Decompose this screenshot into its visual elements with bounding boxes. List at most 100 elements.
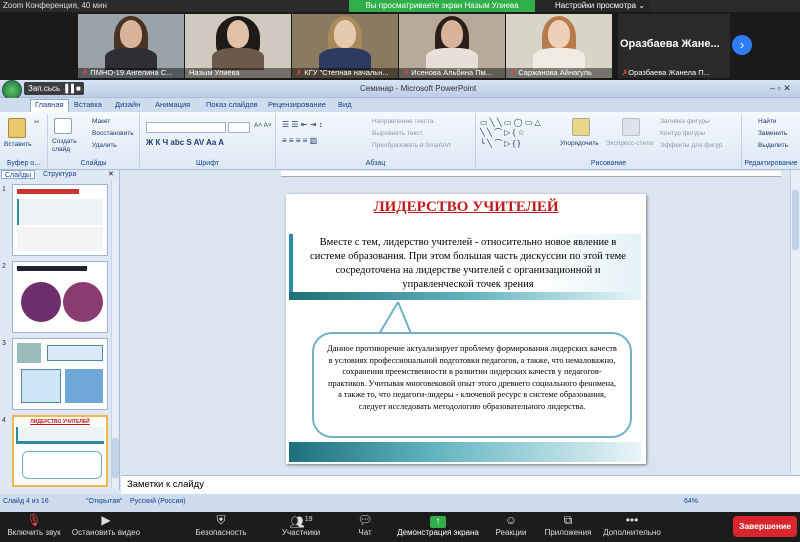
grow-font-icon[interactable]: A˄ A˅ xyxy=(254,122,272,129)
mic-muted-icon: 🎙︎ xyxy=(26,513,42,527)
video-camera-icon: ▶︎ xyxy=(101,513,111,527)
align-buttons[interactable]: ≡ ≡ ≡ ≡ ▥ xyxy=(282,136,317,145)
notes-field[interactable]: Заметки к слайду xyxy=(121,475,800,494)
cut-icon[interactable]: ✂ xyxy=(34,118,39,126)
shapes-gallery[interactable]: ▭ ╲ ╲ ▭ ◯ ▭ △ ╲ ╲ ⌒ ▷ { ☆ ╰ ╲ ⌒ ▷ { } xyxy=(480,118,541,149)
drawing-group-label: Рисование xyxy=(590,160,627,167)
thumb-number: 2 xyxy=(2,263,6,270)
security-button[interactable]: ⛨ Безопасность xyxy=(188,512,254,542)
participants-button[interactable]: 👥︎19 Участники xyxy=(270,512,332,542)
text-direction-button[interactable]: Направление текста xyxy=(372,118,434,125)
participants-label: Участники xyxy=(281,528,321,537)
language: Русский (Россия) xyxy=(130,498,186,505)
smiley-icon: ☺︎ xyxy=(504,513,518,527)
arrange-icon[interactable] xyxy=(572,118,590,136)
apps-icon: ⧉ xyxy=(563,513,573,527)
participants-icon: 👥︎19 xyxy=(289,515,313,529)
status-bar: Слайд 4 из 16 "Открытая" Русский (Россия… xyxy=(0,494,800,512)
tab-insert[interactable]: Вставка xyxy=(74,100,102,109)
tab-outline[interactable]: Структура xyxy=(40,170,79,179)
replace-button[interactable]: Заменить xyxy=(758,130,787,137)
slides-pane-scrollbar[interactable] xyxy=(111,180,119,488)
end-meeting-button[interactable]: Завершение xyxy=(733,516,797,537)
new-slide-button[interactable]: Создать слайд xyxy=(52,138,82,154)
select-button[interactable]: Выделить xyxy=(758,142,788,149)
shape-outline-button[interactable]: Контур фигуры xyxy=(660,130,705,137)
participant-tile[interactable]: Назым Улиева xyxy=(185,14,291,78)
reset-button[interactable]: Восстановить xyxy=(92,130,134,137)
share-banner: Вы просматриваете экран Назым Улиева xyxy=(349,0,535,12)
next-page-button[interactable]: › xyxy=(732,35,752,55)
shape-fill-button[interactable]: Заливка фигуры xyxy=(660,118,710,125)
quick-styles-button[interactable]: Экспресс-стили xyxy=(606,140,654,147)
zoom-toolbar: 🎙︎ Включить звук ▶︎ Остановить видео ⛨ Безо… xyxy=(0,512,800,542)
view-options-button[interactable]: Настройки просмотра ⌄ xyxy=(535,0,650,12)
tab-animation[interactable]: Анимация xyxy=(155,100,190,109)
horizontal-ruler xyxy=(281,171,781,177)
callout-box: Данное противоречие актуализирует пробле… xyxy=(312,332,632,438)
participant-tile[interactable]: ✗ КГУ "Степная начальн... xyxy=(292,14,398,78)
tab-home[interactable]: Главная xyxy=(30,99,69,112)
thumb-number: 3 xyxy=(2,340,6,347)
align-text-button[interactable]: Выровнять текст xyxy=(372,130,423,137)
participant-tile[interactable]: ✗ Саржанова Айнагуль xyxy=(506,14,612,78)
share-screen-button[interactable]: ↑ Демонстрация экрана xyxy=(393,512,483,542)
participant-tile[interactable]: ✗ Исенова Альбина Пм... xyxy=(399,14,505,78)
share-up-arrow-icon: ↑ xyxy=(393,512,483,528)
mic-muted-icon: ✗ xyxy=(510,68,517,77)
ppt-title-bar: Зап.сьсь ▐▐ ■ Семинар - Microsoft PowerP… xyxy=(0,80,800,100)
slide-thumbnail[interactable] xyxy=(12,261,108,333)
participant-tile[interactable]: Оразбаева Жане... ✗Оразбаева Жанела П... xyxy=(618,14,730,78)
more-button[interactable]: ••• Дополнительно xyxy=(600,512,664,542)
view-options-label: Настройки просмотра xyxy=(555,1,637,10)
smartart-button[interactable]: Преобразовать в SmartArt xyxy=(372,142,451,149)
quick-styles-icon[interactable] xyxy=(622,118,640,136)
zoom-level[interactable]: 64% xyxy=(684,498,698,505)
tab-design[interactable]: Дизайн xyxy=(115,100,140,109)
font-name-select[interactable] xyxy=(146,122,226,133)
unmute-label: Включить звук xyxy=(7,528,61,537)
list-buttons[interactable]: ☰ ☰ ⇤ ⇥ ↕ xyxy=(282,120,323,129)
slide-thumbnail[interactable] xyxy=(12,338,108,410)
close-pane-icon[interactable]: ✕ xyxy=(108,170,114,178)
editing-group-label: Редактирование xyxy=(744,160,798,167)
current-slide[interactable]: ЛИДЕРСТВО УЧИТЕЛЕЙ Вместе с тем, лидерст… xyxy=(286,194,646,464)
tab-view[interactable]: Вид xyxy=(338,100,352,109)
tab-review[interactable]: Рецензирование xyxy=(268,100,326,109)
participant-big-name: Оразбаева Жане... xyxy=(620,38,720,50)
arrange-button[interactable]: Упорядочить xyxy=(560,140,599,147)
tab-slides[interactable]: Слайды xyxy=(1,170,36,179)
slides-group-label: Слайды xyxy=(80,160,107,167)
paste-button[interactable]: Вставить xyxy=(4,141,32,148)
paste-icon[interactable] xyxy=(8,118,26,138)
slides-group: Создать слайд Макет Восстановить Удалить… xyxy=(48,114,140,168)
reactions-button[interactable]: ☺︎ Реакции xyxy=(490,512,532,542)
layout-button[interactable]: Макет xyxy=(92,118,110,125)
more-label: Дополнительно xyxy=(603,528,661,537)
tab-slideshow[interactable]: Показ слайдов xyxy=(206,100,258,109)
stop-video-button[interactable]: ▶︎ Остановить видео xyxy=(64,512,148,542)
powerpoint-window: Зап.сьсь ▐▐ ■ Семинар - Microsoft PowerP… xyxy=(0,80,800,512)
participant-tile[interactable]: ✗ ПМНО-19 Ангелина С... xyxy=(78,14,184,78)
editor-scrollbar[interactable] xyxy=(790,170,800,475)
slide-title: ЛИДЕРСТВО УЧИТЕЛЕЙ xyxy=(373,199,559,215)
editing-group: Найти Заменить Выделить Редактирование xyxy=(742,114,800,168)
shape-effects-button[interactable]: Эффекты для фигур xyxy=(660,142,722,149)
font-format-buttons[interactable]: Ж К Ч abc S AV Aa A xyxy=(146,138,224,147)
participant-name: Саржанова Айнагуль xyxy=(518,68,592,77)
slide-thumbnail-selected[interactable]: ЛИДЕРСТВО УЧИТЕЛЕЙ xyxy=(12,415,108,487)
window-controls[interactable]: – ▫ ✕ xyxy=(770,83,791,94)
find-button[interactable]: Найти xyxy=(758,118,777,125)
new-slide-icon[interactable] xyxy=(54,118,72,134)
office-button[interactable] xyxy=(2,80,22,100)
delete-slide-button[interactable]: Удалить xyxy=(92,142,117,149)
slides-pane: Слайды Структура ✕ 1 2 3 4 ЛИДЕРСТВО УЧИ… xyxy=(0,170,120,490)
reactions-label: Реакции xyxy=(495,528,527,537)
font-size-select[interactable] xyxy=(228,122,250,133)
slide-thumbnail[interactable] xyxy=(12,184,108,256)
clipboard-group-label: Буфер о... xyxy=(6,160,41,167)
participant-gallery: ✗ ПМНО-19 Ангелина С... Назым Улиева ✗ КГУ… xyxy=(0,12,800,80)
chat-button[interactable]: 💬︎ Чат xyxy=(350,512,380,542)
unmute-button[interactable]: 🎙︎ Включить звук xyxy=(4,512,64,542)
apps-button[interactable]: ⧉ Приложения xyxy=(540,512,596,542)
